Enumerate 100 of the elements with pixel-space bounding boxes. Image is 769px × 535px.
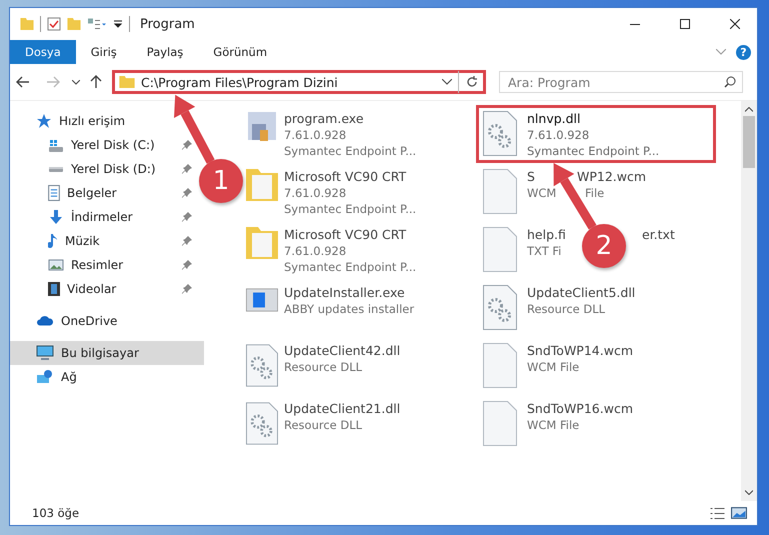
item-count: 103 öğe (32, 506, 80, 520)
sidebar-item[interactable]: İndirmeler (71, 210, 133, 224)
selected-sidebar-item[interactable]: Bu bilgisayar (10, 341, 204, 365)
highlighted-file-tile[interactable]: nlnvp.dll 7.61.0.928 Symantec Endpoint P... (476, 105, 716, 163)
file-detail: 7.61.0.928 (284, 243, 346, 259)
window-title: Program (140, 16, 196, 32)
pin-icon (182, 140, 192, 150)
download-arrow-icon (48, 209, 64, 225)
refresh-icon[interactable] (465, 75, 479, 89)
film-icon (48, 282, 60, 296)
gears-file-icon (246, 401, 278, 446)
network-icon (36, 369, 54, 385)
file-name: program.exe (284, 111, 364, 127)
checklist-icon[interactable] (47, 17, 61, 31)
music-note-icon (48, 233, 58, 249)
file-icon (483, 343, 517, 388)
file-detail: File (585, 185, 604, 201)
file-detail: Resource DLL (284, 417, 362, 433)
ribbon-tab[interactable]: Dosya (10, 40, 76, 64)
search-field[interactable]: Ara: Program (499, 71, 743, 93)
file-icon (483, 169, 517, 214)
pin-icon (182, 260, 192, 270)
file-detail: 7.61.0.928 (527, 127, 590, 143)
file-name: SndToWP14.wcm (527, 343, 633, 359)
file-name: er.txt (642, 227, 675, 243)
arrow (174, 94, 215, 164)
pin-icon (182, 164, 192, 174)
ribbon-tab[interactable]: Paylaş (132, 40, 198, 64)
properties-icon[interactable] (87, 18, 107, 30)
file-name: Microsoft VC90 CRT (284, 227, 406, 243)
chevron-down-icon[interactable] (442, 79, 452, 85)
sidebar-item[interactable]: Resimler (71, 258, 124, 272)
file-detail: ABBY updates installer (284, 301, 414, 317)
document-icon (48, 185, 60, 201)
scroll-down-icon[interactable] (745, 490, 753, 495)
tiles-view-icon[interactable] (731, 507, 747, 519)
dropdown-icon[interactable] (113, 20, 123, 28)
sidebar-item[interactable]: Ağ (61, 370, 77, 384)
file-icon (483, 401, 517, 446)
file-detail: TXT Fi (527, 243, 562, 259)
ribbon-tab[interactable]: Giriş (76, 40, 132, 64)
back-arrow-icon[interactable] (16, 76, 30, 88)
file-detail: 7.61.0.928 (284, 185, 346, 201)
address-bar[interactable]: C:\Program Files\Program Dizini (112, 70, 486, 94)
sidebar-item[interactable]: Belgeler (67, 186, 117, 200)
file-detail: Resource DLL (527, 301, 606, 317)
search-icon[interactable] (724, 76, 736, 88)
file-name: UpdateClient42.dll (284, 343, 400, 359)
file-detail: Symantec Endpoint P... (284, 201, 416, 217)
help-button[interactable]: ? (736, 44, 751, 60)
file-name: SndToWP16.wcm (527, 401, 633, 417)
file-name: UpdateClient5.dll (527, 285, 636, 301)
scrollbar[interactable] (741, 101, 757, 501)
folder-icon (119, 76, 135, 88)
step-number: 1 (199, 159, 243, 203)
file-detail: WCM File (527, 417, 580, 433)
drive-icon (48, 138, 64, 152)
sidebar-item[interactable]: Videolar (67, 282, 116, 296)
sidebar-item[interactable]: Yerel Disk (C:) (71, 138, 155, 152)
step-number: 2 (582, 224, 626, 268)
image-icon (48, 259, 64, 271)
file-detail: Symantec Endpoint P... (284, 259, 416, 275)
star-icon (36, 114, 52, 128)
ribbon-tab[interactable]: Görünüm (198, 40, 282, 64)
sidebar-item[interactable]: OneDrive (61, 314, 118, 328)
up-arrow-icon[interactable] (90, 75, 102, 89)
gears-file-icon (246, 343, 278, 388)
sidebar-item[interactable]: Müzik (65, 234, 100, 248)
file-detail: Resource DLL (284, 359, 362, 375)
file-detail: WCM File (527, 359, 580, 375)
gears-file-icon (483, 111, 517, 156)
file-detail: Symantec Endpoint P... (284, 143, 416, 159)
file-detail: Symantec Endpoint P... (527, 143, 660, 159)
scroll-up-icon[interactable] (745, 107, 753, 112)
maximize-icon[interactable] (680, 19, 690, 29)
pin-icon (182, 212, 192, 222)
program-icon (248, 111, 276, 141)
file-detail: WCM (527, 186, 556, 200)
file-name: help.fi (527, 227, 566, 242)
drive-icon (48, 166, 64, 172)
scroll-thumb[interactable] (743, 116, 755, 168)
file-name: UpdateInstaller.exe (284, 285, 405, 301)
file-detail: 7.61.0.928 (284, 127, 346, 143)
gears-file-icon (483, 285, 517, 330)
pin-icon (182, 284, 192, 294)
close-icon[interactable] (730, 19, 740, 29)
file-name: S (527, 169, 535, 184)
pin-icon (182, 236, 192, 246)
chevron-down-icon[interactable] (72, 80, 80, 84)
folder-icon (246, 227, 278, 259)
sidebar-item[interactable]: Hızlı erişim (59, 114, 126, 128)
file-name: nlnvp.dll (527, 111, 581, 127)
pin-icon (182, 188, 192, 198)
file-icon (483, 227, 517, 272)
cloud-icon (36, 316, 54, 326)
details-view-icon[interactable] (710, 508, 725, 518)
file-name: WP12.wcm (577, 169, 646, 185)
file-name: Microsoft VC90 CRT (284, 169, 406, 185)
file-name: UpdateClient21.dll (284, 401, 400, 417)
sidebar-item[interactable]: Yerel Disk (D:) (71, 162, 156, 176)
